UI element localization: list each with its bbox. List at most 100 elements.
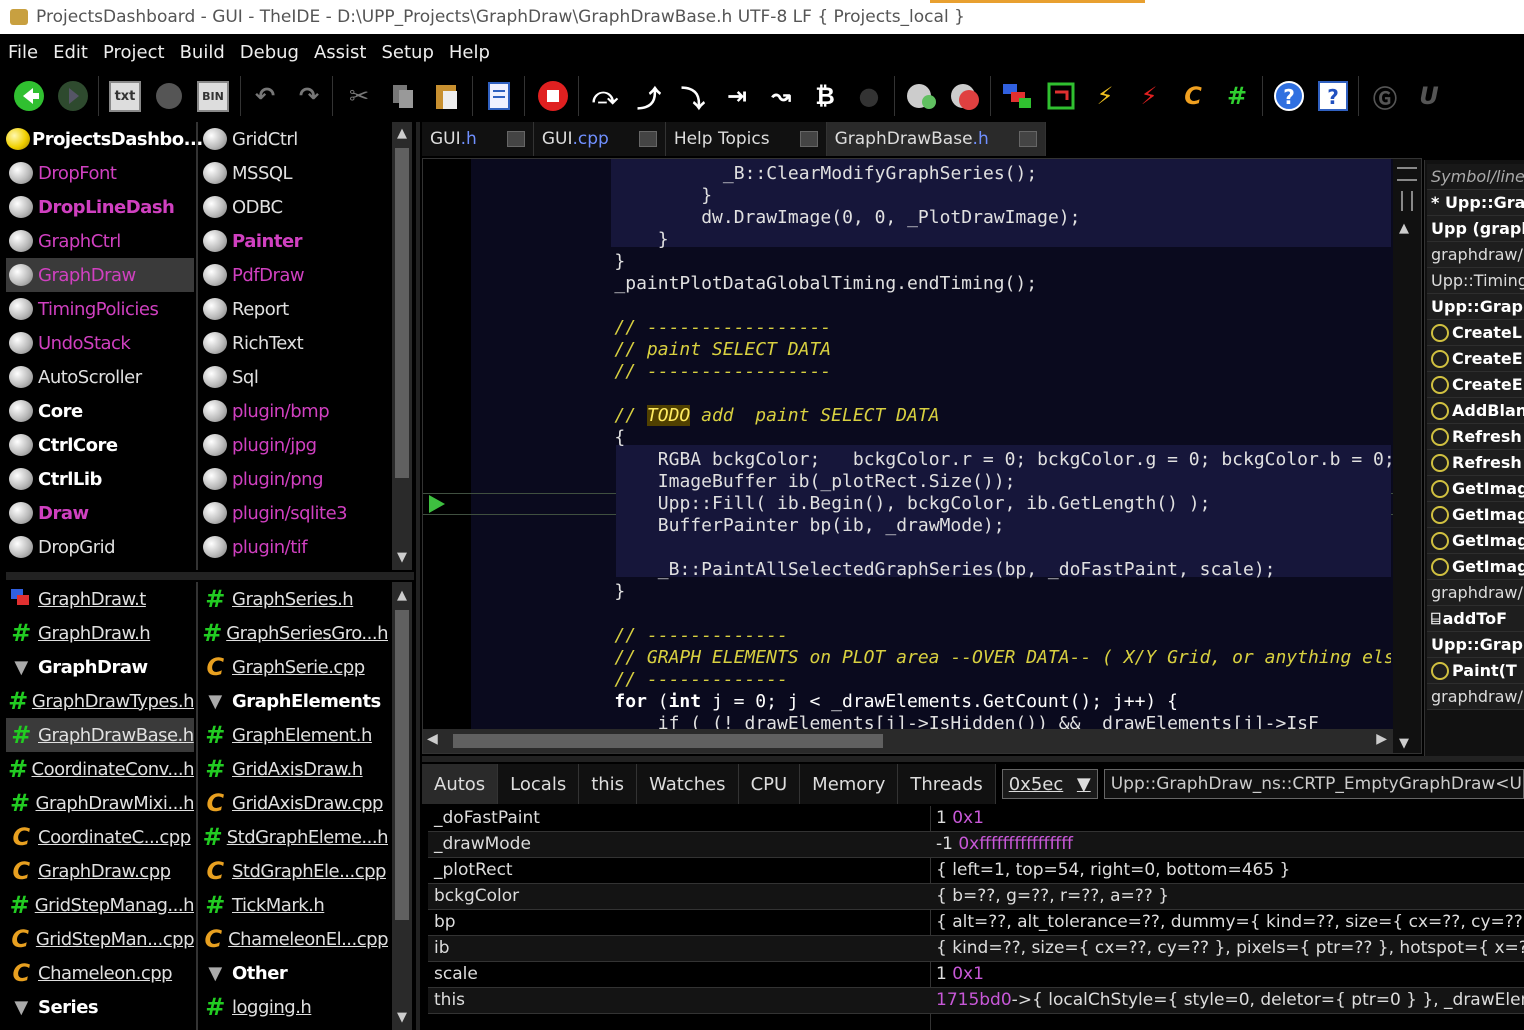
file-item[interactable]: GraphDraw.t — [6, 582, 194, 616]
callstack-select[interactable]: Upp::GraphDraw_ns::CRTP_EmptyGraphDraw<U… — [1103, 769, 1524, 799]
refresh-icon[interactable] — [1042, 76, 1080, 116]
menu-assist[interactable]: Assist — [314, 42, 367, 63]
package-icon[interactable] — [902, 76, 940, 116]
file-item[interactable]: C ChameleonEl...cpp — [200, 922, 388, 956]
run-to-icon[interactable]: ⇥ — [718, 76, 756, 116]
file-item[interactable]: # GraphDraw.h — [6, 616, 194, 650]
tab-this[interactable]: this — [579, 764, 638, 804]
package-item[interactable]: CtrlLib — [6, 462, 194, 496]
vertical-splitter[interactable] — [416, 122, 420, 1030]
package-item[interactable]: Sql — [200, 360, 388, 394]
scroll-right-icon[interactable]: ▶ — [1376, 731, 1387, 747]
symbol-item[interactable]: Upp (graph — [1427, 216, 1524, 242]
back-icon[interactable] — [10, 76, 48, 116]
close-icon[interactable] — [638, 131, 657, 147]
scroll-up-icon[interactable]: ▲ — [1399, 221, 1409, 236]
symbol-item[interactable]: Symbol/line — [1427, 164, 1524, 190]
file-scrollbar[interactable]: ▲ ▼ — [392, 582, 412, 1030]
package-item[interactable]: GraphCtrl — [6, 224, 194, 258]
rebuild-icon[interactable] — [946, 76, 984, 116]
txt-icon[interactable]: txt — [106, 76, 144, 116]
package-item[interactable]: plugin/jpg — [200, 428, 388, 462]
package-item[interactable]: Core — [6, 394, 194, 428]
menu-debug[interactable]: Debug — [240, 42, 299, 63]
symbol-item[interactable]: Upp::Graph — [1427, 294, 1524, 320]
bolt-red-icon[interactable]: ⚡ — [1130, 76, 1168, 116]
split-handle-icon[interactable] — [1397, 167, 1417, 181]
tab-gui-h[interactable]: GUI .h — [422, 122, 534, 156]
file-item[interactable]: ▼ GraphElements — [200, 684, 388, 718]
symbol-item[interactable]: graphdraw/ — [1427, 580, 1524, 606]
symbol-item[interactable]: * Upp::Grap — [1427, 190, 1524, 216]
horizontal-splitter[interactable] — [422, 756, 1524, 762]
file-item[interactable]: C GraphDraw.cpp — [6, 854, 194, 888]
package-item[interactable]: MSSQL — [200, 156, 388, 190]
file-item[interactable]: # GraphDrawBase.h — [6, 718, 194, 752]
menu-file[interactable]: File — [8, 42, 38, 63]
editor-hscrollbar[interactable]: ◀ ▶ — [423, 729, 1393, 753]
symbol-item[interactable]: ⌸ addToF — [1427, 606, 1524, 632]
flags-icon[interactable] — [998, 76, 1036, 116]
var-row[interactable]: _drawMode -1 0xffffffffffffffff — [428, 832, 1524, 858]
package-item[interactable]: PdfDraw — [200, 258, 388, 292]
menu-help[interactable]: Help — [449, 42, 490, 63]
tab-autos[interactable]: Autos — [422, 764, 499, 804]
symbol-item[interactable]: AddBlan — [1427, 398, 1524, 424]
code-area[interactable]: _B::ClearModifyGraphSeries();} dw.DrawIma… — [471, 159, 1391, 731]
step-out-icon[interactable]: ⤵ — [674, 76, 712, 116]
package-item[interactable]: AutoScroller — [6, 360, 194, 394]
package-item[interactable]: plugin/sqlite3 — [200, 496, 388, 530]
package-item[interactable]: UndoStack — [6, 326, 194, 360]
symbol-item[interactable]: CreateE — [1427, 372, 1524, 398]
scroll-down-icon[interactable]: ▼ — [1399, 736, 1409, 751]
symbol-item[interactable]: CreateL — [1427, 320, 1524, 346]
package-item[interactable]: TimingPolicies — [6, 292, 194, 326]
package-item[interactable]: DropGrid — [6, 530, 194, 564]
symbol-item[interactable]: CreateE — [1427, 346, 1524, 372]
scroll-thumb[interactable] — [395, 610, 409, 920]
cut-icon[interactable]: ✂ — [340, 76, 378, 116]
file-item[interactable]: ▼ GraphDraw — [6, 650, 194, 684]
file-item[interactable]: # GridStepManag...h — [6, 888, 195, 922]
tab-watches[interactable]: Watches — [637, 764, 739, 804]
file-item[interactable]: # GridAxisDraw.h — [200, 752, 388, 786]
hash-icon[interactable]: # — [1218, 76, 1256, 116]
code-editor[interactable]: _B::ClearModifyGraphSeries();} dw.DrawIma… — [422, 158, 1422, 754]
var-row[interactable]: bp { alt=??, alt_tolerance=??, dummy={ ki… — [428, 910, 1524, 936]
tab-memory[interactable]: Memory — [800, 764, 899, 804]
file-item[interactable]: C CoordinateC...cpp — [6, 820, 194, 854]
package-item[interactable]: DropLineDash — [6, 190, 194, 224]
symbol-item[interactable]: Refresh — [1427, 424, 1524, 450]
bolt-icon[interactable]: ⚡ — [1086, 76, 1124, 116]
file-item[interactable]: ▼ Series — [6, 990, 194, 1024]
var-row[interactable]: bckgColor { b=??, g=??, r=??, a=?? } — [428, 884, 1524, 910]
tab-locals[interactable]: Locals — [498, 764, 580, 804]
redo-icon[interactable]: ↷ — [290, 76, 328, 116]
package-item[interactable]: DropFont — [6, 156, 194, 190]
symbol-item[interactable]: Refresh — [1427, 450, 1524, 476]
scroll-up-icon[interactable]: ▲ — [392, 124, 412, 144]
file-item[interactable]: C StdGraphEle...cpp — [200, 854, 388, 888]
file-item[interactable]: C GridStepMan...cpp — [6, 922, 194, 956]
file-item[interactable]: # GraphSeries.h — [200, 582, 388, 616]
file-item[interactable]: # GraphDrawTypes.h — [6, 684, 194, 718]
symbol-item[interactable]: GetImag — [1427, 528, 1524, 554]
disabled-icon[interactable]: ● — [850, 76, 888, 116]
symbol-item[interactable]: GetImag — [1427, 502, 1524, 528]
scroll-up-icon[interactable]: ▲ — [392, 586, 412, 606]
package-item[interactable]: ODBC — [200, 190, 388, 224]
file-item[interactable]: C GraphSerie.cpp — [200, 650, 388, 684]
file-item[interactable]: # logging.h — [200, 990, 388, 1024]
var-row[interactable]: _plotRect { left=1, top=54, right=0, bott… — [428, 858, 1524, 884]
var-row[interactable]: this 1715bd0->{ localChStyle={ style=0, d… — [428, 988, 1524, 1014]
call-stack-icon[interactable]: ₿ — [806, 76, 844, 116]
package-item[interactable]: plugin/bmp — [200, 394, 388, 428]
file-item[interactable]: # StdGraphEleme...h — [200, 820, 389, 854]
question-icon[interactable]: ? — [1314, 76, 1352, 116]
tab-cpu[interactable]: CPU — [738, 764, 801, 804]
symbol-item[interactable]: graphdraw/ — [1427, 684, 1524, 710]
sleep-icon[interactable] — [150, 76, 188, 116]
c-icon[interactable]: C — [1174, 76, 1212, 116]
file-item[interactable]: C GridAxisDraw.cpp — [200, 786, 388, 820]
forward-icon[interactable] — [54, 76, 92, 116]
